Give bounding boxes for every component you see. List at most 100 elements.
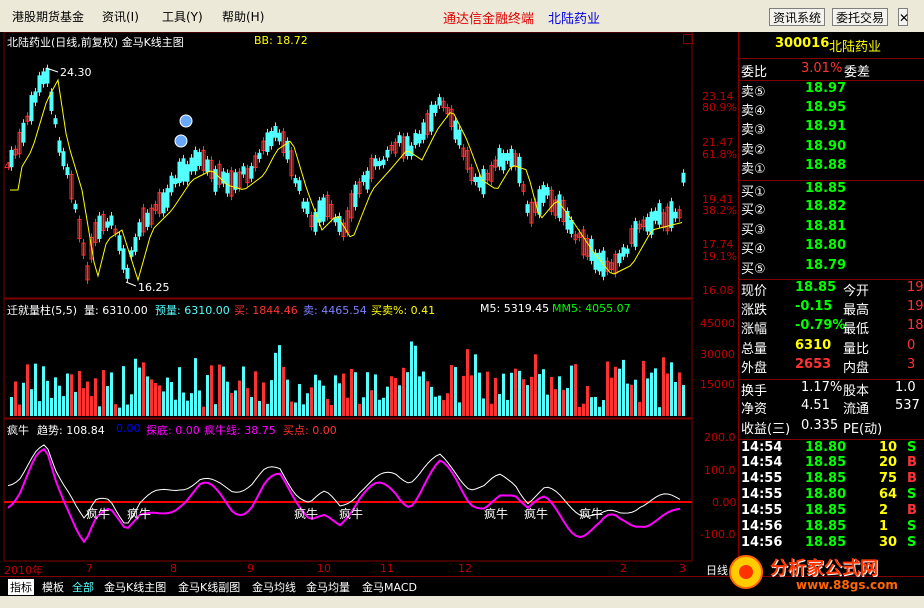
price-axis-pct: 80.9% [702,101,737,114]
volume-bar [182,392,185,416]
tab-kline-main[interactable]: 金马K线主图 [104,579,166,595]
stat-value: 1.17% [801,379,843,395]
quote-row: 换手 1.17% 股本 1.0 [739,378,924,400]
menu-tools[interactable]: 工具(Y) [162,8,203,25]
candle-body [453,120,458,140]
volume-bar [166,377,169,416]
volume-bar [390,376,393,416]
candle-body [633,221,638,247]
menu-hk-futures[interactable]: 港股期货基金 [12,8,84,25]
chart-area[interactable]: 北陆药业(日线,前复权) 金马K线主图 BB: 18.72 24.30 16.2… [0,31,738,577]
site-logo: 分析家公式网 www.88gs.com [726,548,924,598]
stat-value: -0.15 [795,298,833,314]
volume-bar [458,402,461,416]
volume-bar [670,362,673,416]
buy-level-label: 买② [741,203,766,218]
volume-bar [162,391,165,416]
maximize-icon[interactable] [683,34,693,44]
sell-level-label: 卖① [741,162,766,177]
candle-body [257,152,262,159]
candle-body [457,129,462,146]
volume-bar [50,397,53,416]
volume-bar [46,380,49,416]
volume-bar [438,395,441,416]
volume-bar [254,371,257,416]
quote-row: 买④ 18.80 [739,238,924,258]
tab-ma[interactable]: 金马均线 [252,579,296,595]
buy-level-price: 18.85 [805,180,847,196]
volume-bar [486,371,489,416]
volume-bar [654,368,657,416]
sell-volume-value: 卖: 4465.54 [303,304,367,317]
candle-body [301,201,306,209]
bull-tag: 疯牛 [127,507,152,521]
candle-body [45,68,50,84]
trade-button[interactable]: 委托交易 [832,8,889,26]
candle-body [193,149,198,172]
volume-bar [70,374,73,416]
buy-level-label: 买⑤ [741,261,766,277]
stat-label: 最高 [843,302,870,318]
quote-row: 外盘 2653 内盘 3 [739,357,924,377]
volume-bar [522,379,525,416]
volume-bar [186,400,189,416]
candle-body [621,247,626,257]
candle-body [53,118,58,125]
tab-kline-sub[interactable]: 金马K线副图 [178,579,240,595]
volume-axis-label: 45000 [700,317,735,330]
bull-tag: 疯牛 [484,507,509,521]
volume-bar [518,370,521,416]
candle-body [625,248,630,254]
menu-info[interactable]: 资讯(I) [102,8,139,25]
tick-time: 14:54 [741,440,783,455]
bull-line-value: 疯牛线: 38.75 [204,424,276,437]
stat-value: 0.335 [801,417,839,433]
tab-indicator[interactable]: 指标 [8,579,34,595]
volume-bar [122,366,125,416]
candle-body [137,222,142,237]
volume-bar [330,404,333,416]
volume-bar [94,378,97,416]
stock-code: 300016 [775,36,830,51]
volume-bar [442,400,445,416]
x-axis-label: 2 [620,562,627,575]
candle-body [241,166,246,175]
volume-bar [42,366,45,416]
candle-body [145,212,150,227]
candle-body [405,136,410,157]
tab-vol-ma[interactable]: 金马均量 [306,579,350,595]
menu-help[interactable]: 帮助(H) [222,8,264,25]
volume-bar [538,374,541,416]
volume-bar [402,367,405,416]
volume-bar [106,386,109,416]
volume-bar [214,404,217,416]
volume-bar [278,345,281,416]
candle-body [557,194,562,218]
candle-body [73,203,78,210]
tick-price: 18.85 [805,471,847,486]
candle-body [249,166,254,179]
candle-body [273,126,278,138]
volume-bar [530,376,533,416]
sell-level-label: 卖② [741,142,766,158]
tick-time: 14:56 [741,519,783,534]
volume-bar [142,362,145,416]
tab-all[interactable]: 全部 [72,579,94,595]
volume-bar [218,364,221,416]
quote-row: 卖② 18.90 [739,139,924,159]
indicator-name: 疯牛 [7,424,29,437]
volume-bar [378,399,381,416]
tab-template[interactable]: 模板 [42,579,64,595]
candle-body [277,132,282,142]
tab-macd[interactable]: 金马MACD [362,579,417,595]
news-system-button[interactable]: 资讯系统 [769,8,826,26]
volume-bar [366,372,369,416]
price-axis-pct: 19.1% [702,250,737,263]
volume-bar [274,352,277,416]
bull-tag: 疯牛 [86,507,111,521]
buy-level-label: 买③ [741,222,766,238]
tick-volume: 10 [879,440,898,455]
volume-bar [410,341,413,416]
close-icon[interactable]: ✕ [898,8,909,26]
stat-value: 537 [895,398,920,413]
